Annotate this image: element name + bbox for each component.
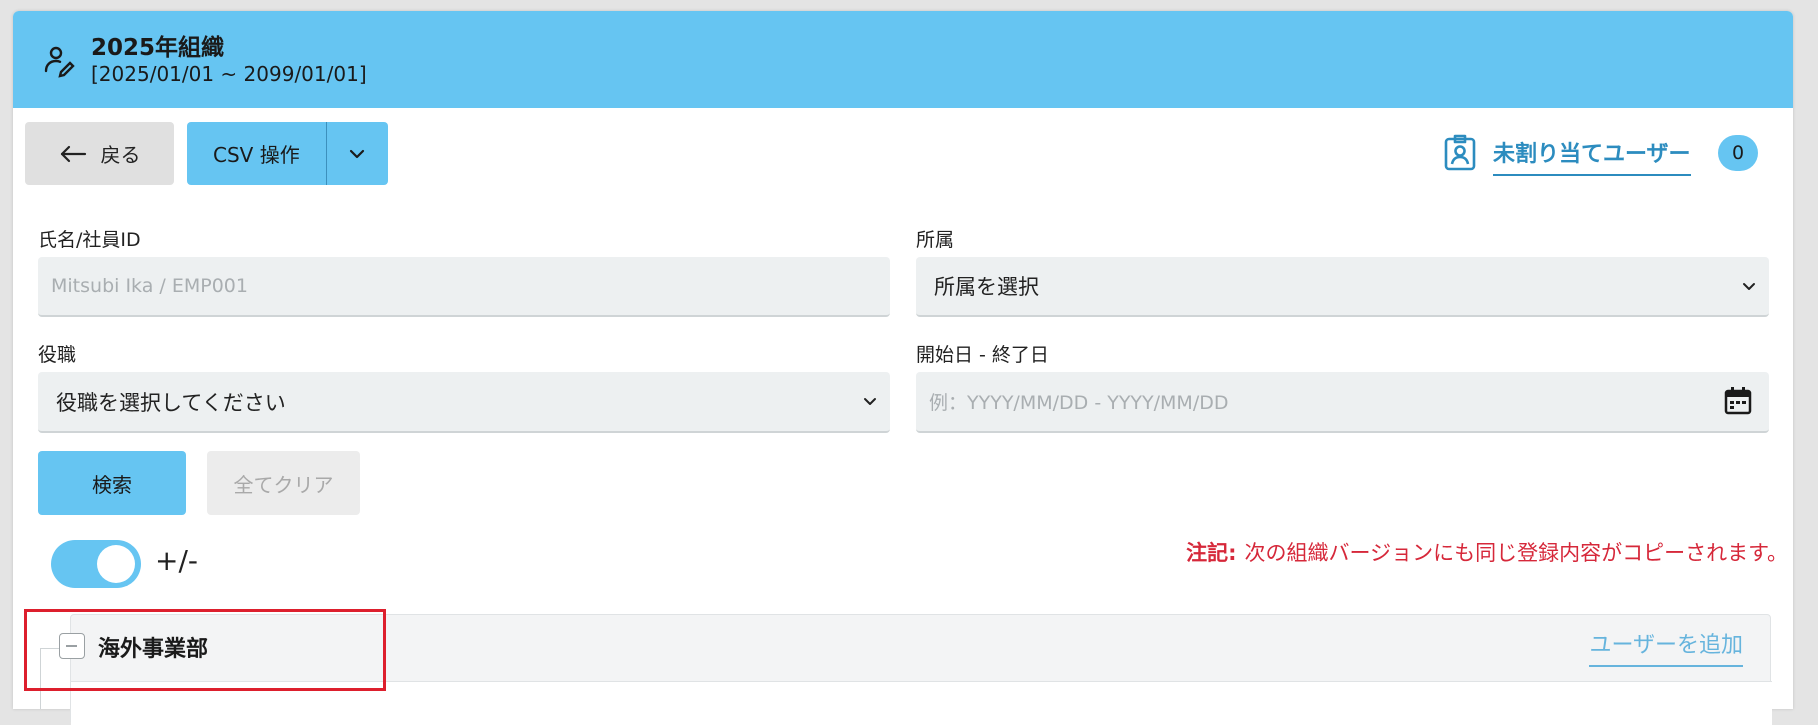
name-id-label: 氏名/社員ID — [38, 229, 141, 251]
unassigned-count-badge: 0 — [1718, 135, 1758, 171]
position-select[interactable]: 役職を選択してください — [38, 372, 890, 433]
chevron-down-icon — [864, 398, 876, 405]
affiliation-value: 所属を選択 — [934, 275, 1039, 299]
affiliation-select[interactable]: 所属を選択 — [916, 257, 1769, 317]
split-divider — [326, 122, 327, 185]
add-user-link[interactable]: ユーザーを追加 — [1589, 627, 1743, 667]
name-id-placeholder: Mitsubi Ika / EMP001 — [51, 275, 248, 297]
org-period: [2025/01/01 ~ 2099/01/01] — [91, 62, 367, 86]
position-value: 役職を選択してください — [56, 390, 286, 415]
org-title: 2025年組織 — [91, 35, 225, 61]
back-button[interactable]: 戻る — [25, 122, 174, 185]
position-label: 役職 — [38, 344, 77, 366]
affiliation-label: 所属 — [916, 229, 955, 251]
date-range-input[interactable]: 例：YYYY/MM/DD - YYYY/MM/DD — [916, 372, 1769, 433]
copy-note: 注記: 次の組織バージョンにも同じ登録内容がコピーされます。 — [1186, 537, 1788, 567]
highlight-box — [24, 609, 386, 691]
unassigned-users-label[interactable]: 未割り当てユーザー — [1493, 136, 1691, 176]
expand-collapse-toggle[interactable] — [51, 540, 141, 588]
organization-card: 2025年組織 [2025/01/01 ~ 2099/01/01] — [13, 11, 1793, 709]
calendar-icon[interactable] — [1723, 386, 1753, 416]
back-label: 戻る — [100, 143, 141, 167]
chevron-down-icon — [1743, 283, 1755, 290]
date-range-label: 開始日 - 終了日 — [916, 344, 1049, 366]
user-edit-icon — [44, 46, 75, 78]
search-label: 検索 — [92, 472, 132, 497]
arrow-left-icon — [60, 145, 86, 162]
note-text: 次の組織バージョンにも同じ登録内容がコピーされます。 — [1244, 541, 1788, 565]
org-header: 2025年組織 [2025/01/01 ~ 2099/01/01] — [13, 11, 1793, 108]
toggle-knob — [97, 545, 135, 583]
csv-operations-button[interactable]: CSV 操作 — [187, 122, 388, 185]
chevron-down-icon[interactable] — [347, 144, 367, 164]
csv-label: CSV 操作 — [213, 143, 300, 167]
clear-all-button[interactable]: 全てクリア — [207, 451, 360, 515]
name-id-input[interactable]: Mitsubi Ika / EMP001 — [38, 257, 890, 317]
toggle-label: +/- — [155, 544, 198, 577]
note-prefix: 注記: — [1186, 541, 1237, 565]
id-badge-icon — [1444, 134, 1476, 171]
date-range-placeholder: 例：YYYY/MM/DD - YYYY/MM/DD — [929, 392, 1229, 414]
search-button[interactable]: 検索 — [38, 451, 186, 515]
clear-all-label: 全てクリア — [233, 472, 334, 497]
